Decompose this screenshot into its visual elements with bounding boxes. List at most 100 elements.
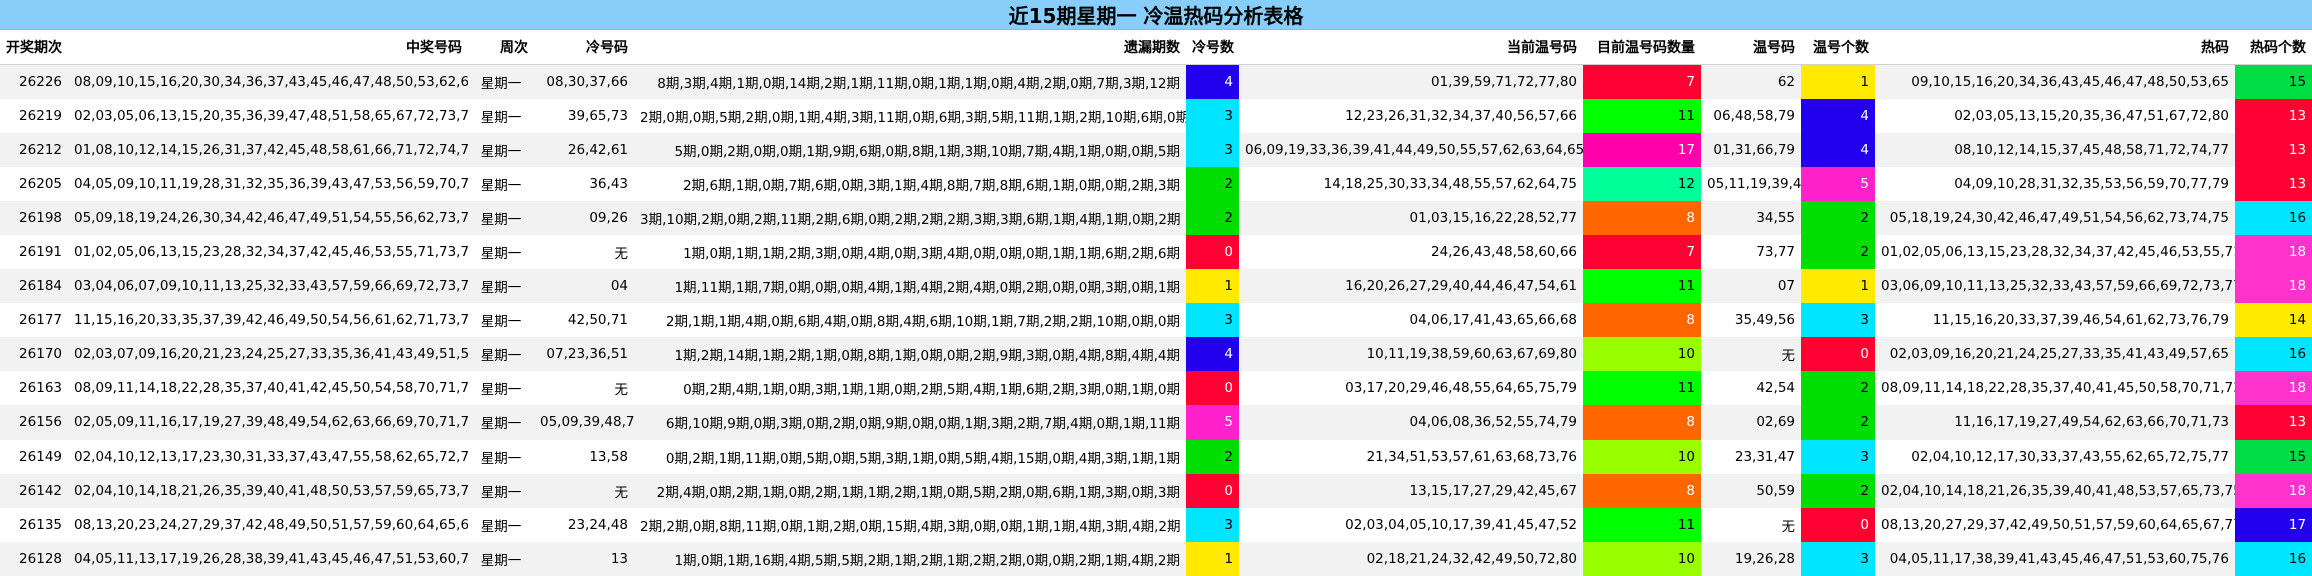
table-row: 26184 03,04,06,07,09,10,11,13,25,32,33,43… (0, 269, 2312, 304)
warm-numbers-cell: 06,48,58,79 (1701, 98, 1801, 133)
cold-numbers-cell: 13,58 (534, 439, 634, 474)
header-weekday: 周次 (468, 29, 534, 65)
miss-periods-cell: 3期,10期,2期,0期,2期,11期,2期,6期,0期,2期,2期,2期,3期… (634, 200, 1186, 235)
current-warm-count-cell: 12 (1583, 166, 1701, 201)
hot-count-cell: 15 (2235, 64, 2312, 99)
table-title: 近15期星期一 冷温热码分析表格 (0, 0, 2312, 30)
warm-count-cell: 2 (1801, 405, 1875, 440)
cold-count-cell: 3 (1186, 132, 1239, 167)
warm-numbers-cell: 无 (1701, 507, 1801, 542)
issue-cell: 26149 (0, 439, 68, 474)
winning-numbers-cell: 01,02,05,06,13,15,23,28,32,34,37,42,45,4… (68, 234, 468, 270)
cold-numbers-cell: 无 (534, 473, 634, 508)
current-warm-count-cell: 11 (1583, 98, 1701, 133)
cold-numbers-cell: 09,26 (534, 200, 634, 235)
hot-numbers-cell: 11,15,16,20,33,37,39,46,54,61,62,73,76,7… (1875, 303, 2235, 338)
current-warm-cell: 02,18,21,24,32,42,49,50,72,80 (1239, 541, 1583, 576)
cold-count-cell: 0 (1186, 371, 1239, 406)
cold-numbers-cell: 36,43 (534, 166, 634, 201)
winning-numbers-cell: 08,09,11,14,18,22,28,35,37,40,41,42,45,5… (68, 371, 468, 406)
warm-count-cell: 2 (1801, 473, 1875, 508)
current-warm-cell: 14,18,25,30,33,34,48,55,57,62,64,75 (1239, 166, 1583, 201)
hot-numbers-cell: 02,03,09,16,20,21,24,25,27,33,35,41,43,4… (1875, 337, 2235, 372)
current-warm-count-cell: 10 (1583, 439, 1701, 474)
warm-numbers-cell: 05,11,19,39,47 (1701, 166, 1801, 201)
hot-count-cell: 17 (2235, 507, 2312, 542)
current-warm-count-cell: 10 (1583, 337, 1701, 372)
warm-numbers-cell: 无 (1701, 337, 1801, 372)
header-issue: 开奖期次 (0, 29, 68, 65)
weekday-cell: 星期一 (468, 371, 534, 406)
table-row: 26177 11,15,16,20,33,35,37,39,42,46,49,50… (0, 303, 2312, 338)
current-warm-cell: 02,03,04,05,10,17,39,41,45,47,52 (1239, 507, 1583, 542)
warm-count-cell: 2 (1801, 371, 1875, 406)
cold-numbers-cell: 无 (534, 371, 634, 406)
miss-periods-cell: 1期,0期,1期,16期,4期,5期,5期,2期,1期,2期,1期,2期,2期,… (634, 541, 1186, 576)
winning-numbers-cell: 02,03,05,06,13,15,20,35,36,39,47,48,51,5… (68, 98, 468, 133)
warm-numbers-cell: 07 (1701, 269, 1801, 304)
header-cold-count: 冷号数 (1186, 29, 1239, 65)
weekday-cell: 星期一 (468, 132, 534, 167)
warm-count-cell: 3 (1801, 541, 1875, 576)
hot-count-cell: 16 (2235, 337, 2312, 372)
issue-cell: 26156 (0, 405, 68, 440)
current-warm-cell: 01,39,59,71,72,77,80 (1239, 64, 1583, 99)
warm-numbers-cell: 19,26,28 (1701, 541, 1801, 576)
miss-periods-cell: 0期,2期,1期,11期,0期,5期,0期,5期,3期,1期,0期,5期,4期,… (634, 439, 1186, 474)
winning-numbers-cell: 01,08,10,12,14,15,26,31,37,42,45,48,58,6… (68, 132, 468, 167)
hot-count-cell: 18 (2235, 234, 2312, 270)
table-row: 26149 02,04,10,12,13,17,23,30,31,33,37,43… (0, 439, 2312, 474)
table-row: 26198 05,09,18,19,24,26,30,34,42,46,47,49… (0, 200, 2312, 235)
cold-numbers-cell: 无 (534, 234, 634, 270)
miss-periods-cell: 2期,4期,0期,2期,1期,0期,2期,1期,1期,2期,1期,0期,5期,2… (634, 473, 1186, 508)
cold-count-cell: 3 (1186, 507, 1239, 542)
current-warm-cell: 10,11,19,38,59,60,63,67,69,80 (1239, 337, 1583, 372)
warm-count-cell: 3 (1801, 439, 1875, 474)
issue-cell: 26212 (0, 132, 68, 167)
winning-numbers-cell: 04,05,11,13,17,19,26,28,38,39,41,43,45,4… (68, 541, 468, 576)
hot-count-cell: 13 (2235, 132, 2312, 167)
issue-cell: 26163 (0, 371, 68, 406)
miss-periods-cell: 8期,3期,4期,1期,0期,14期,2期,1期,11期,0期,1期,1期,0期… (634, 64, 1186, 99)
hot-count-cell: 13 (2235, 98, 2312, 133)
weekday-cell: 星期一 (468, 64, 534, 99)
hot-numbers-cell: 08,10,12,14,15,37,45,48,58,71,72,74,77 (1875, 132, 2235, 167)
current-warm-count-cell: 8 (1583, 473, 1701, 508)
issue-cell: 26205 (0, 166, 68, 201)
header-current-warm-count: 目前温号码数量 (1583, 29, 1701, 65)
warm-count-cell: 1 (1801, 269, 1875, 304)
warm-count-cell: 0 (1801, 337, 1875, 372)
analysis-table: 近15期星期一 冷温热码分析表格 开奖期次 中奖号码 周次 冷号码 遗漏期数 冷… (0, 0, 2312, 576)
cold-count-cell: 2 (1186, 200, 1239, 235)
current-warm-cell: 01,03,15,16,22,28,52,77 (1239, 200, 1583, 235)
issue-cell: 26198 (0, 200, 68, 235)
cold-count-cell: 4 (1186, 64, 1239, 99)
cold-numbers-cell: 08,30,37,66 (534, 64, 634, 99)
issue-cell: 26226 (0, 64, 68, 99)
warm-count-cell: 5 (1801, 166, 1875, 201)
warm-numbers-cell: 42,54 (1701, 371, 1801, 406)
hot-count-cell: 16 (2235, 200, 2312, 235)
weekday-cell: 星期一 (468, 269, 534, 304)
issue-cell: 26142 (0, 473, 68, 508)
hot-count-cell: 13 (2235, 166, 2312, 201)
hot-numbers-cell: 08,09,11,14,18,22,28,35,37,40,41,45,50,5… (1875, 371, 2235, 406)
issue-cell: 26177 (0, 303, 68, 338)
hot-count-cell: 13 (2235, 405, 2312, 440)
warm-numbers-cell: 50,59 (1701, 473, 1801, 508)
hot-numbers-cell: 02,04,10,12,17,30,33,37,43,55,62,65,72,7… (1875, 439, 2235, 474)
winning-numbers-cell: 05,09,18,19,24,26,30,34,42,46,47,49,51,5… (68, 200, 468, 235)
issue-cell: 26128 (0, 541, 68, 576)
hot-count-cell: 18 (2235, 473, 2312, 508)
table-row: 26163 08,09,11,14,18,22,28,35,37,40,41,42… (0, 371, 2312, 406)
cold-numbers-cell: 23,24,48 (534, 507, 634, 542)
miss-periods-cell: 2期,0期,0期,5期,2期,0期,1期,4期,3期,11期,0期,6期,3期,… (634, 98, 1186, 133)
current-warm-cell: 24,26,43,48,58,60,66 (1239, 234, 1583, 270)
header-hot-numbers: 热码 (1875, 29, 2235, 65)
winning-numbers-cell: 08,13,20,23,24,27,29,37,42,48,49,50,51,5… (68, 507, 468, 542)
winning-numbers-cell: 02,03,07,09,16,20,21,23,24,25,27,33,35,3… (68, 337, 468, 372)
table-body: 26226 08,09,10,15,16,20,30,34,36,37,43,45… (0, 64, 2312, 576)
warm-numbers-cell: 02,69 (1701, 405, 1801, 440)
warm-numbers-cell: 62 (1701, 64, 1801, 99)
header-current-warm: 当前温号码 (1239, 29, 1583, 65)
